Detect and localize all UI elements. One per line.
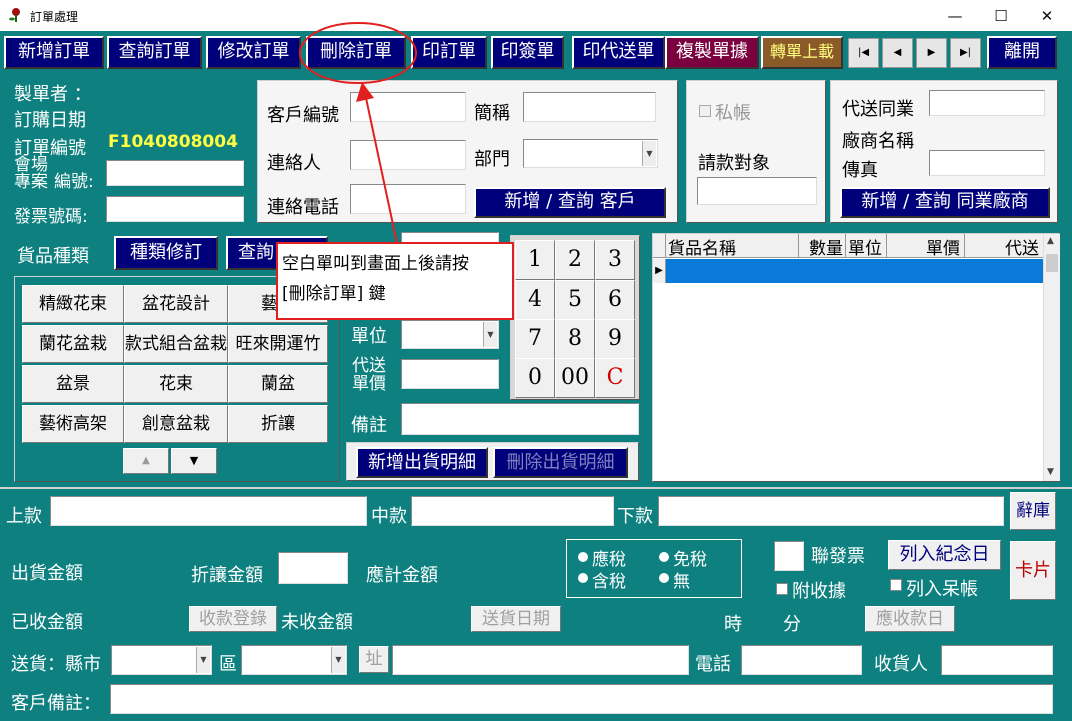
annotation-arrow-line <box>365 97 399 249</box>
annotation-callout: 空白單叫到畫面上後請按 [刪除訂單] 鍵 <box>276 242 514 320</box>
order-window: 訂單處理 — ☐ ✕ 新增訂單 查詢訂單 修改訂單 刪除訂單 印訂單 印簽單 印… <box>0 0 1072 721</box>
annotation-line2: [刪除訂單] 鍵 <box>282 284 386 304</box>
annotation-overlay <box>299 22 417 249</box>
highlight-circle <box>299 22 417 84</box>
annotation-line1: 空白單叫到畫面上後請按 <box>282 254 469 274</box>
annotation-arrow-head <box>356 82 374 102</box>
